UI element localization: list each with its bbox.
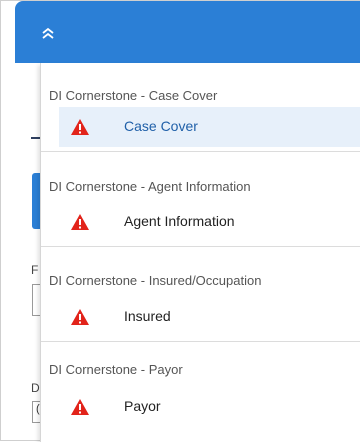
window-frame: F D ( DI Cornerstone - Case Cover Case C…: [0, 0, 360, 442]
background-field-label: F: [31, 263, 39, 277]
dropdown-item-label: Insured: [124, 308, 171, 324]
double-chevron-up-icon[interactable]: [40, 25, 56, 41]
dropdown-item-label: Payor: [124, 398, 161, 414]
group-title: DI Cornerstone - Case Cover: [49, 88, 218, 103]
dropdown-item-insured[interactable]: Insured: [59, 297, 360, 337]
warning-icon: [71, 214, 89, 230]
header-bar: [15, 1, 360, 63]
background-divider: [31, 137, 40, 139]
dropdown-item-label: Case Cover: [124, 118, 198, 134]
warning-icon: [71, 309, 89, 325]
warning-icon: [71, 399, 89, 415]
background-field-label: D: [31, 381, 40, 395]
dropdown-item-label: Agent Information: [124, 213, 235, 229]
group-title: DI Cornerstone - Insured/Occupation: [49, 273, 262, 288]
dropdown-group: DI Cornerstone - Agent Information Agent…: [41, 152, 360, 247]
dropdown-group: DI Cornerstone - Case Cover Case Cover: [41, 63, 360, 152]
warning-icon: [71, 119, 89, 135]
dropdown-item-agent-information[interactable]: Agent Information: [59, 202, 360, 242]
dropdown-item-payor[interactable]: Payor: [59, 387, 360, 427]
dropdown-group: DI Cornerstone - Payor Payor: [41, 342, 360, 442]
section-dropdown: DI Cornerstone - Case Cover Case Cover D…: [40, 63, 360, 442]
dropdown-group: DI Cornerstone - Insured/Occupation Insu…: [41, 247, 360, 342]
group-title: DI Cornerstone - Agent Information: [49, 179, 251, 194]
dropdown-item-case-cover[interactable]: Case Cover: [59, 107, 360, 147]
group-title: DI Cornerstone - Payor: [49, 362, 183, 377]
